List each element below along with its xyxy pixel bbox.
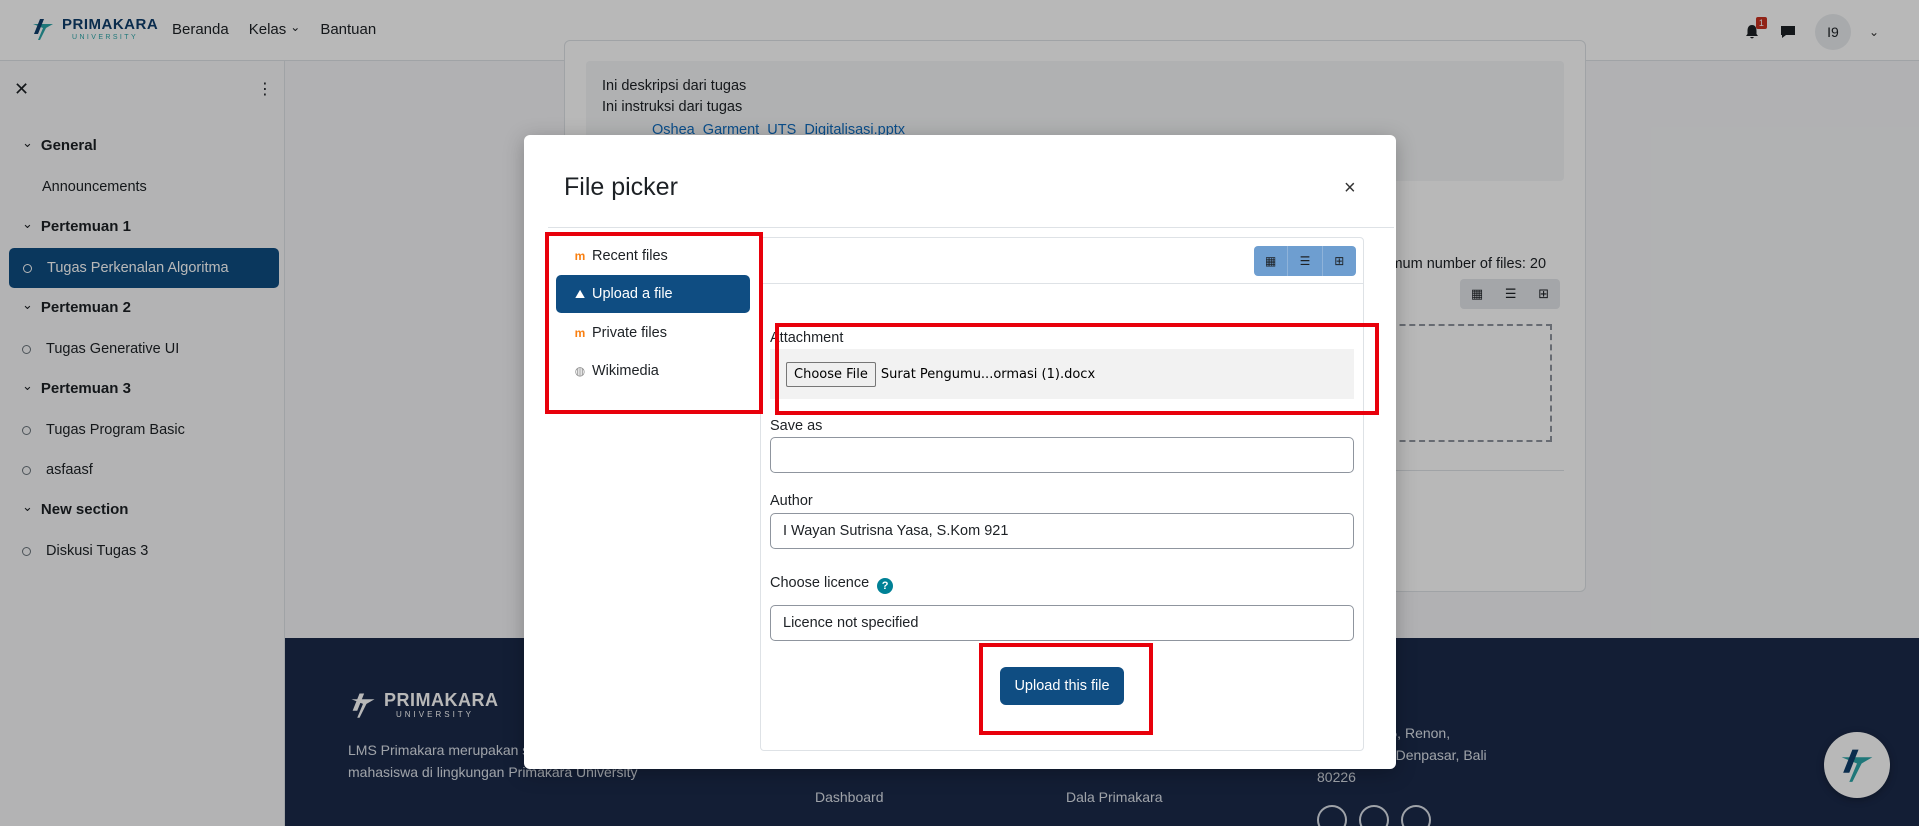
list-view-icon[interactable]: ☰ (1288, 246, 1323, 276)
modal-header-divider (548, 227, 1394, 228)
tree-view-icon[interactable]: ⊞ (1323, 246, 1356, 276)
annotation-box-upload-button (979, 643, 1153, 735)
close-modal-icon[interactable]: × (1344, 177, 1356, 200)
annotation-box-repositories (545, 232, 763, 414)
modal-title: File picker (564, 173, 678, 201)
licence-select[interactable]: Licence not specified (770, 605, 1354, 641)
save-as-label: Save as (770, 418, 823, 434)
panel-toolbar-divider (760, 283, 1364, 284)
file-picker-modal: File picker × m Recent files ⛰ Upload a … (524, 135, 1396, 769)
help-icon[interactable]: ? (877, 578, 894, 594)
save-as-input[interactable] (770, 437, 1354, 473)
author-label: Author (770, 493, 813, 509)
licence-label-row: Choose licence? (770, 575, 894, 594)
icon-view-icon[interactable]: ▦ (1254, 246, 1289, 276)
picker-view-toggle: ▦ ☰ ⊞ (1254, 246, 1356, 276)
author-input[interactable]: I Wayan Sutrisna Yasa, S.Kom 921 (770, 513, 1354, 549)
annotation-box-attachment (775, 323, 1379, 415)
